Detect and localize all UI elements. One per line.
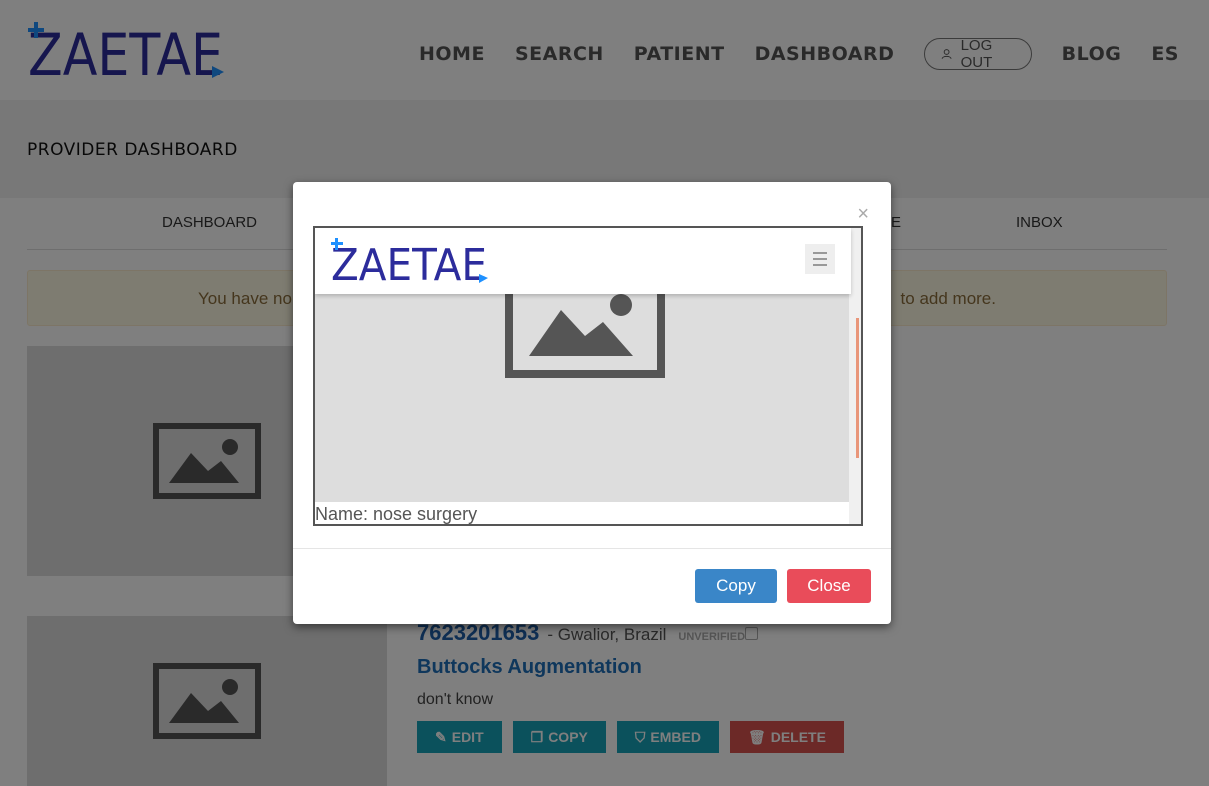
embed-modal: × ZAETAE Name: nose surgery Copy Close bbox=[293, 182, 891, 624]
preview-caption: Name: nose surgery bbox=[315, 504, 478, 524]
svg-text:ZAETAE: ZAETAE bbox=[331, 240, 487, 284]
close-modal-button[interactable]: Close bbox=[787, 569, 871, 603]
hamburger-menu-icon[interactable] bbox=[805, 244, 835, 274]
embed-preview-frame[interactable]: ZAETAE Name: nose surgery bbox=[313, 226, 863, 526]
modal-divider bbox=[293, 548, 891, 549]
preview-image-placeholder bbox=[315, 270, 851, 502]
copy-embed-button[interactable]: Copy bbox=[695, 569, 777, 603]
close-icon[interactable]: × bbox=[857, 204, 869, 224]
scrollbar-thumb[interactable] bbox=[856, 318, 859, 458]
preview-header: ZAETAE bbox=[315, 228, 851, 294]
zaetae-logo: ZAETAE bbox=[331, 238, 491, 291]
